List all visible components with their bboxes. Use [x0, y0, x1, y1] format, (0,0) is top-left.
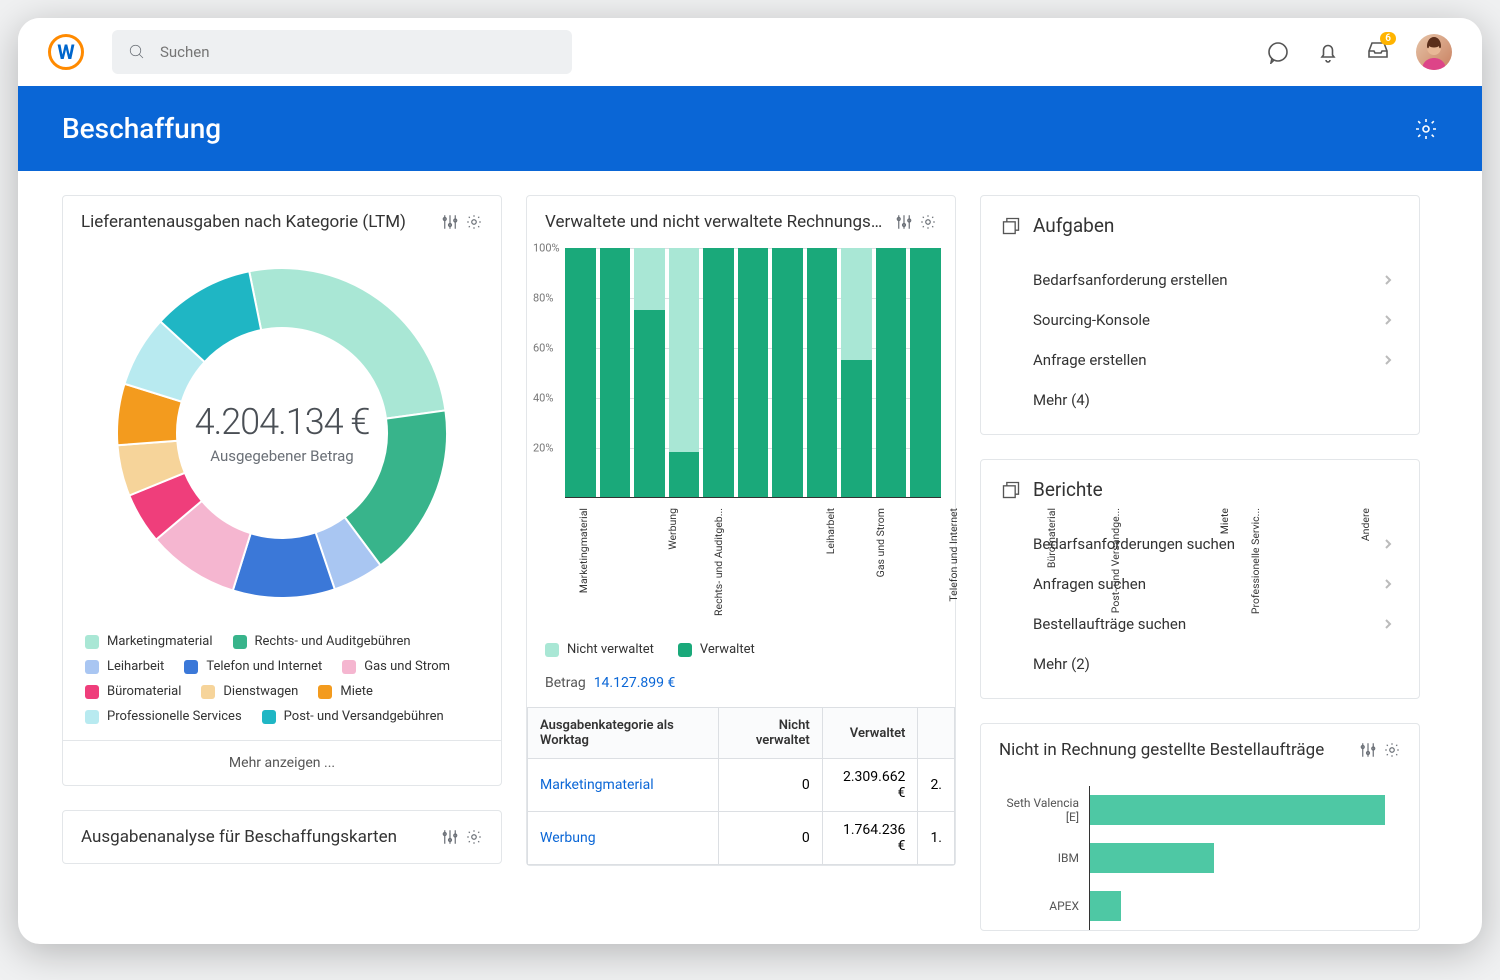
page-title: Beschaffung	[62, 112, 221, 145]
table-row[interactable]: Werbung 0 1.764.236 € 1.	[528, 812, 955, 865]
stack-icon	[1001, 480, 1021, 500]
bar[interactable]	[669, 248, 700, 497]
bar[interactable]	[807, 248, 838, 497]
hbar-row[interactable]: Seth Valencia [E]	[999, 786, 1401, 834]
legend-item[interactable]: Rechts- und Auditgebühren	[233, 634, 411, 649]
x-label: Post- und Versandge...	[1109, 508, 1229, 613]
bar[interactable]	[772, 248, 803, 497]
chevron-right-icon	[1383, 579, 1393, 589]
sliders-icon[interactable]	[895, 213, 913, 231]
legend-item[interactable]: Büromaterial	[85, 684, 181, 699]
stacked-bar-chart[interactable]: 20%40%60%80%100%	[565, 248, 941, 498]
legend-item[interactable]: Telefon und Internet	[184, 659, 322, 674]
card-managed-unmanaged: Verwaltete und nicht verwaltete Rechnung…	[526, 195, 956, 866]
card-tasks: Aufgaben Bedarfsanforderung erstellenSou…	[980, 195, 1420, 435]
gear-icon[interactable]	[919, 213, 937, 231]
hbar-row[interactable]: IBM	[999, 834, 1401, 882]
chevron-right-icon	[1383, 315, 1393, 325]
inbox-button[interactable]: 6	[1366, 38, 1390, 66]
bar[interactable]	[841, 248, 872, 497]
col-header[interactable]: Verwaltet	[822, 708, 918, 759]
stack-icon	[1001, 216, 1021, 236]
legend-item[interactable]: Leiharbeit	[85, 659, 164, 674]
sliders-icon[interactable]	[441, 828, 459, 846]
bell-icon[interactable]	[1316, 40, 1340, 64]
chevron-right-icon	[1383, 275, 1393, 285]
legend-item[interactable]: Marketingmaterial	[85, 634, 213, 649]
link-item[interactable]: Sourcing-Konsole	[981, 300, 1419, 340]
donut-center-label: Ausgegebener Betrag	[210, 447, 353, 465]
search-icon	[128, 43, 146, 61]
section-header: Aufgaben	[981, 196, 1419, 256]
col-header[interactable]: Nicht verwaltet	[719, 708, 823, 759]
category-link[interactable]: Marketingmaterial	[540, 777, 654, 793]
settings-icon[interactable]	[1414, 117, 1438, 141]
inbox-badge: 6	[1380, 32, 1396, 45]
bar[interactable]	[910, 248, 941, 497]
donut-chart[interactable]: 4.204.134 € Ausgegebener Betrag	[97, 248, 467, 618]
top-icons: 6	[1266, 34, 1452, 70]
bar[interactable]	[634, 248, 665, 497]
bar[interactable]	[876, 248, 907, 497]
donut-center-value: 4.204.134 €	[195, 401, 370, 443]
hbar-chart[interactable]: Seth Valencia [E]IBMAPEX	[981, 776, 1419, 930]
chevron-right-icon	[1383, 619, 1393, 629]
page-header: Beschaffung	[18, 86, 1482, 171]
top-bar: W 6	[18, 18, 1482, 86]
donut-legend: Marketingmaterial Rechts- und Auditgebühr…	[63, 618, 501, 740]
card-spend-analysis: Ausgabenanalyse für Beschaffungskarten	[62, 810, 502, 864]
chat-icon[interactable]	[1266, 40, 1290, 64]
legend-item[interactable]: Professionelle Services	[85, 709, 242, 724]
table-row[interactable]: Marketingmaterial 0 2.309.662 € 2.	[528, 759, 955, 812]
link-item[interactable]: Mehr (2)	[981, 644, 1419, 684]
legend-item[interactable]: Miete	[318, 684, 373, 699]
gear-icon[interactable]	[465, 828, 483, 846]
col-header[interactable]: Ausgabenkategorie als Worktag	[528, 708, 719, 759]
search-box[interactable]	[112, 30, 572, 74]
legend-item[interactable]: Dienstwagen	[201, 684, 298, 699]
link-item[interactable]: Anfrage erstellen	[981, 340, 1419, 380]
stack-legend: Nicht verwaltet Verwaltet	[527, 628, 955, 671]
more-link[interactable]: Mehr anzeigen ...	[63, 740, 501, 785]
card-title: Verwaltete und nicht verwaltete Rechnung…	[545, 212, 883, 232]
card-uninvoiced-orders: Nicht in Rechnung gestellte Bestellauftr…	[980, 723, 1420, 931]
card-title: Ausgabenanalyse für Beschaffungskarten	[81, 827, 429, 847]
link-item[interactable]: Mehr (4)	[981, 380, 1419, 420]
spend-table: Ausgabenkategorie als Worktag Nicht verw…	[527, 707, 955, 865]
link-item[interactable]: Bedarfsanforderung erstellen	[981, 260, 1419, 300]
hbar-row[interactable]: APEX	[999, 882, 1401, 930]
x-label: Andere	[1359, 508, 1479, 541]
search-input[interactable]	[160, 43, 556, 61]
legend-item[interactable]: Gas und Strom	[342, 659, 450, 674]
logo-icon[interactable]: W	[48, 34, 84, 70]
gear-icon[interactable]	[1383, 741, 1401, 759]
gear-icon[interactable]	[465, 213, 483, 231]
x-label: Professionelle Servic...	[1249, 508, 1369, 614]
legend-item[interactable]: Post- und Versandgebühren	[262, 709, 444, 724]
avatar[interactable]	[1416, 34, 1452, 70]
x-label: Rechts- und Auditgeb...	[712, 508, 832, 616]
sliders-icon[interactable]	[441, 213, 459, 231]
bar[interactable]	[703, 248, 734, 497]
card-supplier-spend: Lieferantenausgaben nach Kategorie (LTM)…	[62, 195, 502, 786]
chevron-right-icon	[1383, 355, 1393, 365]
card-title: Lieferantenausgaben nach Kategorie (LTM)	[81, 212, 429, 232]
category-link[interactable]: Werbung	[540, 830, 596, 846]
amount-row: Betrag14.127.899 €	[527, 671, 955, 707]
sliders-icon[interactable]	[1359, 741, 1377, 759]
bar[interactable]	[738, 248, 769, 497]
bar[interactable]	[600, 248, 631, 497]
bar[interactable]	[565, 248, 596, 497]
card-title: Nicht in Rechnung gestellte Bestellauftr…	[999, 740, 1347, 760]
